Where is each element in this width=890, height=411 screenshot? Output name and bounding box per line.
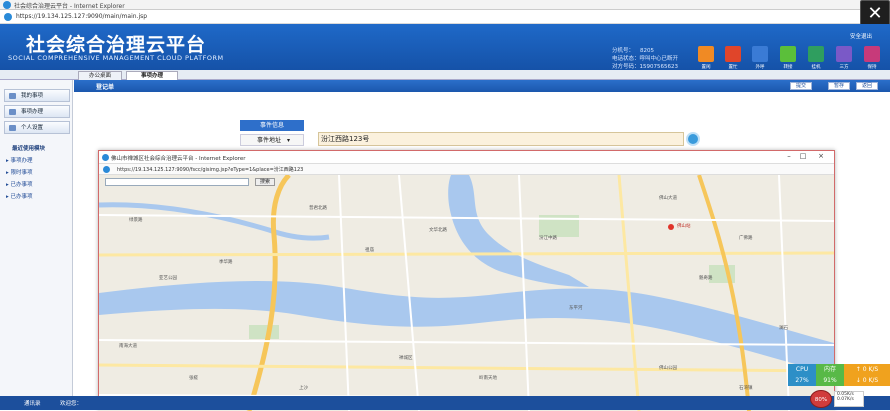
document-icon: [9, 109, 16, 115]
cpu-label: CPU: [788, 364, 816, 375]
cpu-value: 27%: [788, 375, 816, 386]
maximize-icon[interactable]: □: [797, 152, 809, 163]
close-icon[interactable]: ✕: [860, 0, 890, 26]
save-draft-button[interactable]: 暂存: [828, 82, 850, 90]
perf-monitor: CPU 27% 内存 91% ↑ 0 K/S ↓ 0 K/S: [788, 364, 890, 386]
net-speed-box: 0.05K/s 0.07K/s: [834, 391, 864, 407]
hold-icon[interactable]: [864, 46, 880, 62]
recent-modules-title: 最近使用模块: [12, 146, 46, 152]
popup-address-bar[interactable]: https://19.134.125.127:9090/fscc/gisimg.…: [99, 164, 834, 175]
sidebar-event-handling[interactable]: 事项办理: [4, 105, 70, 118]
conference-icon[interactable]: [836, 46, 852, 62]
map-label: 汾江中路: [539, 236, 557, 241]
map-label: 佛山大道: [659, 196, 677, 201]
app-header: 社会综合治理云平台 SOCIAL COMPREHENSIVE MANAGEMEN…: [0, 24, 890, 70]
map-label: 魁奇路: [699, 276, 713, 281]
caller-number: 对方号码：15907565623: [612, 64, 679, 70]
sidebar: 我的事项 事项办理 个人设置 最近使用模块 ▸ 事项办理 ▸ 限时事项 ▸ 已办…: [0, 80, 73, 400]
mem-value: 91%: [816, 375, 844, 386]
form-title: 登记单: [96, 84, 115, 91]
back-button[interactable]: 返回: [856, 82, 878, 90]
map-label: 佛山站: [677, 224, 691, 229]
map-label: 上沙: [299, 386, 308, 391]
map-label: 岭南天地: [479, 376, 497, 381]
folder-icon: [9, 93, 16, 99]
bottom-status-bar: 通讯录 欢迎您：: [0, 396, 890, 410]
ie-icon: [3, 1, 11, 9]
tab-event-info[interactable]: 事件信息: [240, 120, 304, 131]
sidebar-personal-settings[interactable]: 个人设置: [4, 121, 70, 134]
map-label: 东平河: [569, 306, 583, 311]
user-icon: [9, 125, 16, 131]
recent-link-timed-events[interactable]: ▸ 限时事项: [6, 168, 33, 176]
net-down: ↓ 0 K/S: [844, 375, 890, 386]
ie-page-icon: [4, 13, 12, 21]
map-label: 亚艺公园: [159, 276, 177, 281]
seat-info: 分机号： 8205: [612, 48, 655, 54]
recent-link-event-handling[interactable]: ▸ 事项办理: [6, 156, 33, 164]
hangup-icon[interactable]: [808, 46, 824, 62]
address-url[interactable]: https://19.134.125.127:9090/main/main.js…: [16, 13, 147, 20]
map-label: 澜石: [779, 326, 788, 331]
map-label: 季华路: [219, 260, 233, 265]
popup-title: 佛山市禅城区社会综合治理云平台 - Internet Explorer: [111, 156, 246, 162]
map-label: 禅城区: [399, 356, 413, 361]
map-label: 佛山公园: [659, 366, 677, 371]
address-bar[interactable]: https://19.134.125.127:9090/main/main.js…: [0, 10, 890, 24]
map-search-button[interactable]: 搜索: [255, 178, 275, 186]
address-field[interactable]: 汾江西路123号: [318, 132, 684, 146]
site-subtitle: SOCIAL COMPREHENSIVE MANAGEMENT CLOUD PL…: [8, 54, 224, 62]
locate-icon[interactable]: [686, 132, 700, 146]
map-label: 普君北路: [309, 206, 327, 211]
minimize-icon[interactable]: –: [783, 152, 795, 163]
map-label: 张槎: [189, 376, 198, 381]
map-label: 石湾镇: [739, 386, 753, 391]
transfer-icon[interactable]: [780, 46, 796, 62]
net-up: ↑ 0 K/S: [844, 364, 890, 375]
submit-button[interactable]: 提交: [790, 82, 812, 90]
dial-icon[interactable]: [752, 46, 768, 62]
map-label: 绿景路: [129, 218, 143, 223]
form-header: 登记单 提交 暂存 返回: [74, 80, 890, 92]
map-search-input[interactable]: [105, 178, 249, 186]
map-graphic: [99, 175, 834, 411]
tab-strip: 办公桌面 事项办理: [0, 70, 890, 80]
busy-icon[interactable]: [725, 46, 741, 62]
browser-titlebar: 社会综合治理云平台 - Internet Explorer: [0, 0, 890, 10]
browser-title: 社会综合治理云平台 - Internet Explorer: [14, 3, 125, 10]
site-title: 社会综合治理云平台: [26, 34, 207, 56]
speed-ball[interactable]: 80%: [810, 390, 832, 408]
contacts-link[interactable]: 通讯录: [24, 399, 41, 407]
welcome-text: 欢迎您：: [60, 401, 83, 407]
tab-event-handling[interactable]: 事项办理: [126, 71, 178, 80]
idle-icon[interactable]: [698, 46, 714, 62]
popup-url[interactable]: https://19.134.125.127:9090/fscc/gisimg.…: [117, 166, 303, 173]
popup-titlebar: 佛山市禅城区社会综合治理云平台 - Internet Explorer – □ …: [99, 151, 834, 164]
ie-icon: [102, 154, 109, 161]
map-label: 南海大道: [119, 344, 137, 349]
tab-desktop[interactable]: 办公桌面: [78, 71, 122, 80]
ie-page-icon: [103, 166, 110, 173]
recent-link-done-events[interactable]: ▸ 已办事项: [6, 180, 33, 188]
phone-status: 电话状态：呼叫中心已断开: [612, 56, 679, 62]
recent-link-done-events-2[interactable]: ▸ 已办事项: [6, 192, 33, 200]
map-label: 文华北路: [429, 228, 447, 233]
map-label: 广佛路: [739, 236, 753, 241]
map-popup-window: 佛山市禅城区社会综合治理云平台 - Internet Explorer – □ …: [98, 150, 835, 411]
logout-link[interactable]: 安全退出: [850, 32, 872, 40]
map-label: 祖庙: [365, 248, 374, 253]
mem-label: 内存: [816, 364, 844, 375]
address-label: 事件地址 ▾: [240, 134, 304, 146]
close-icon[interactable]: ×: [815, 152, 827, 163]
map-canvas[interactable]: 绿景路 季华路 祖庙 文华北路 佛山大道 汾江中路 魁奇路 东平河 亚艺公园 佛…: [99, 175, 834, 411]
sidebar-my-events[interactable]: 我的事项: [4, 89, 70, 102]
